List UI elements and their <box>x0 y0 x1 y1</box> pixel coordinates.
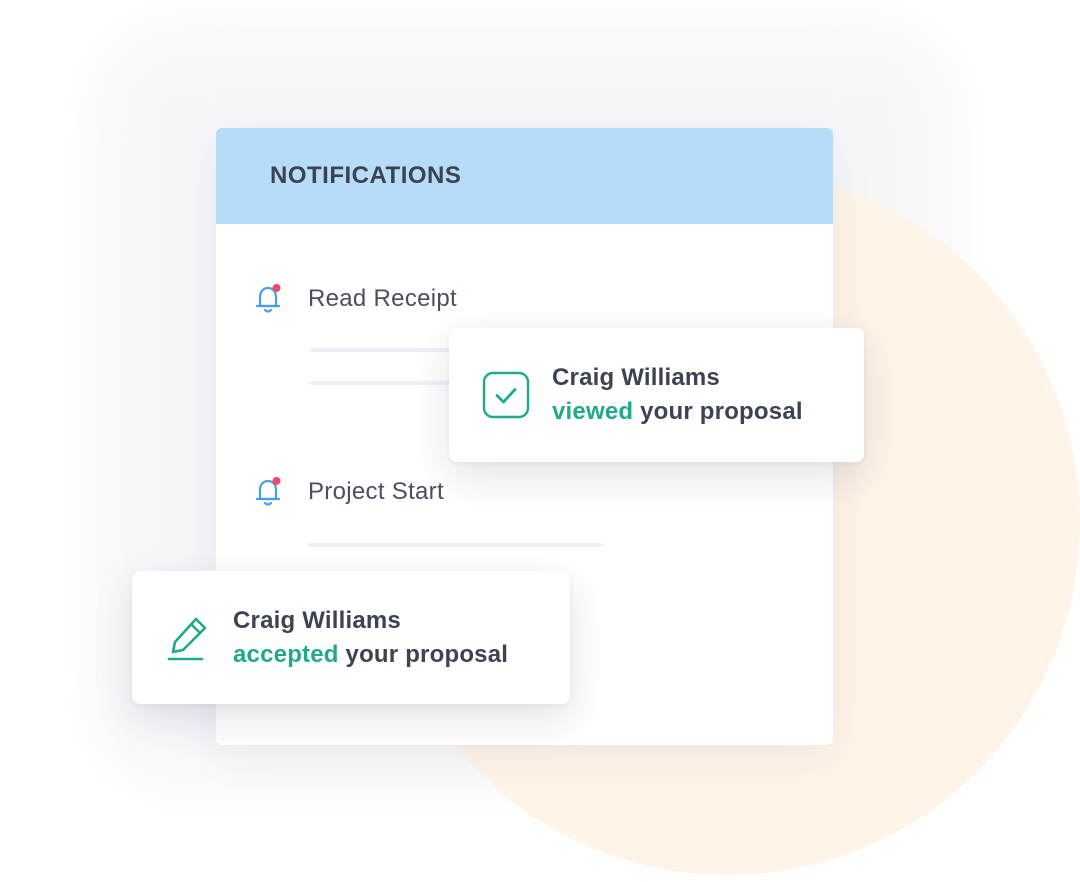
toast-viewed-notification[interactable]: Craig Williams viewed your proposal <box>449 328 864 462</box>
toast-action-verb: viewed <box>552 398 634 425</box>
toast-action-verb: accepted <box>233 640 339 668</box>
notification-item-label: Read Receipt <box>308 285 458 312</box>
notification-item-read-receipt[interactable]: Read Receipt <box>254 282 457 316</box>
notification-item-project-start[interactable]: Project Start <box>254 475 444 509</box>
placeholder-line <box>308 543 602 547</box>
toast-action-rest: your proposal <box>633 398 803 425</box>
bell-icon <box>254 282 284 316</box>
toast-action-line: accepted your proposal <box>233 638 508 672</box>
toast-sender-name: Craig Williams <box>552 364 720 391</box>
toast-sender-name: Craig Williams <box>233 606 401 634</box>
panel-header: NOTIFICATIONS <box>216 128 833 224</box>
toast-message: Craig Williams accepted your proposal <box>233 604 508 672</box>
check-square-icon <box>480 369 532 421</box>
toast-accepted-notification[interactable]: Craig Williams accepted your proposal <box>132 571 570 704</box>
panel-title: NOTIFICATIONS <box>270 162 462 189</box>
notification-item-label: Project Start <box>308 478 444 505</box>
toast-message: Craig Williams viewed your proposal <box>552 361 803 429</box>
bell-icon <box>254 475 284 509</box>
toast-action-line: viewed your proposal <box>552 395 803 429</box>
toast-action-rest: your proposal <box>338 640 509 668</box>
pencil-sign-icon <box>163 612 215 664</box>
